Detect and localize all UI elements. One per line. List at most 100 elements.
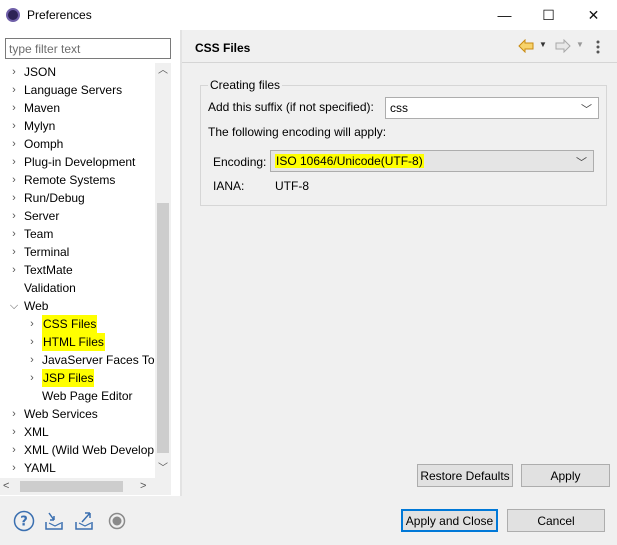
iana-label: IANA:: [213, 179, 245, 193]
back-dropdown-icon[interactable]: ▼: [539, 40, 547, 49]
tree-item[interactable]: › YAML: [0, 459, 155, 477]
tree-item[interactable]: › Language Servers: [0, 81, 155, 99]
tree-item-label: Run/Debug: [24, 191, 85, 205]
encoding-select[interactable]: ISO 10646/Unicode(UTF-8) ﹀: [270, 150, 594, 172]
tree-item[interactable]: › JavaServer Faces Too: [0, 351, 155, 369]
horizontal-scroll-thumb[interactable]: [20, 481, 123, 492]
tree-item[interactable]: › XML (Wild Web Develop: [0, 441, 155, 459]
dialog-button-bar: ? Apply and Close Cancel: [0, 496, 617, 545]
view-menu-icon[interactable]: [595, 39, 601, 55]
tree-item[interactable]: › CSS Files: [0, 315, 155, 333]
forward-arrow-icon[interactable]: [555, 39, 571, 53]
apply-and-close-button[interactable]: Apply and Close: [401, 509, 498, 532]
tree-item[interactable]: › Oomph: [0, 135, 155, 153]
chevron-right-icon[interactable]: ›: [26, 333, 38, 351]
tree-item[interactable]: › Web Services: [0, 405, 155, 423]
tree-item-label: Web: [24, 299, 49, 313]
record-icon[interactable]: [106, 510, 128, 532]
tree-item[interactable]: › JSP Files: [0, 369, 155, 387]
chevron-right-icon[interactable]: ›: [8, 117, 20, 135]
restore-defaults-button[interactable]: Restore Defaults: [417, 464, 513, 487]
tree-item-label: Web Services: [24, 407, 98, 421]
chevron-right-icon[interactable]: ›: [8, 243, 20, 261]
tree-item-label: Team: [24, 227, 54, 241]
tree-item-label: XML: [24, 425, 49, 439]
chevron-right-icon[interactable]: ›: [8, 207, 20, 225]
tree-item-label: JavaServer Faces Too: [42, 353, 155, 367]
chevron-right-icon[interactable]: ›: [8, 189, 20, 207]
import-preferences-icon[interactable]: [43, 510, 65, 532]
chevron-right-icon[interactable]: ›: [26, 351, 38, 369]
tree-item[interactable]: › Server: [0, 207, 155, 225]
group-title: Creating files: [208, 78, 283, 92]
forward-dropdown-icon[interactable]: ▼: [576, 40, 584, 49]
chevron-right-icon[interactable]: ›: [8, 81, 20, 99]
filter-input[interactable]: [5, 38, 171, 59]
tree-item[interactable]: › Mylyn: [0, 117, 155, 135]
suffix-select[interactable]: css ﹀: [385, 97, 599, 119]
tree-item-label: CSS Files: [42, 315, 98, 333]
chevron-right-icon[interactable]: ›: [8, 135, 20, 153]
chevron-right-icon[interactable]: ›: [26, 315, 38, 333]
chevron-right-icon[interactable]: ›: [26, 369, 38, 387]
tree-horizontal-scrollbar[interactable]: < >: [0, 478, 171, 495]
page-header: CSS Files ▼ ▼: [182, 30, 617, 63]
chevron-right-icon[interactable]: ›: [8, 63, 20, 81]
chevron-right-icon[interactable]: ›: [8, 171, 20, 189]
tree-item[interactable]: › Remote Systems: [0, 171, 155, 189]
chevron-right-icon[interactable]: ›: [8, 459, 20, 477]
tree-item[interactable]: › Team: [0, 225, 155, 243]
cancel-button[interactable]: Cancel: [507, 509, 605, 532]
chevron-right-icon[interactable]: ›: [8, 99, 20, 117]
close-button[interactable]: ✕: [571, 0, 616, 30]
iana-value: UTF-8: [275, 179, 309, 193]
chevron-down-icon: ﹀: [581, 104, 592, 116]
chevron-down-icon: ﹀: [576, 157, 587, 169]
preferences-tree: › JSON › Language Servers › Maven › Mylyn › Oomph…: [0, 63, 155, 478]
tree-item-label: Web Page Editor: [42, 389, 133, 403]
vertical-scroll-thumb[interactable]: [157, 203, 169, 453]
chevron-right-icon[interactable]: ›: [8, 153, 20, 171]
window-title: Preferences: [27, 8, 92, 22]
apply-button[interactable]: Apply: [521, 464, 610, 487]
chevron-right-icon[interactable]: ›: [8, 225, 20, 243]
tree-item-label: Plug-in Development: [24, 155, 136, 169]
suffix-value: css: [390, 101, 408, 115]
tree-item[interactable]: › Terminal: [0, 243, 155, 261]
encoding-label: Encoding:: [213, 155, 267, 169]
tree-item-label: XML (Wild Web Develop: [24, 443, 155, 457]
title-bar: Preferences — ☐ ✕: [0, 0, 617, 30]
scroll-up-icon[interactable]: ︿: [155, 63, 171, 79]
tree-item[interactable]: › JSON: [0, 63, 155, 81]
tree-item[interactable]: › Maven: [0, 99, 155, 117]
tree-vertical-scrollbar[interactable]: ︿ ﹀: [155, 63, 171, 478]
creating-files-group: Creating files Add this suffix (if not s…: [200, 78, 607, 206]
tree-item-label: Terminal: [24, 245, 70, 259]
tree-item[interactable]: › XML: [0, 423, 155, 441]
tree-item[interactable]: Validation: [0, 279, 155, 297]
tree-item[interactable]: › Plug-in Development: [0, 153, 155, 171]
scroll-down-icon[interactable]: ﹀: [155, 461, 171, 477]
scroll-right-icon[interactable]: >: [140, 478, 154, 495]
export-preferences-icon[interactable]: [73, 510, 95, 532]
tree-item-label: HTML Files: [42, 333, 105, 351]
help-icon[interactable]: ?: [13, 510, 35, 532]
chevron-right-icon[interactable]: ›: [8, 441, 20, 459]
tree-item[interactable]: Web Page Editor: [0, 387, 155, 405]
chevron-right-icon[interactable]: ›: [8, 423, 20, 441]
scroll-left-icon[interactable]: <: [3, 478, 17, 495]
tree-item[interactable]: › HTML Files: [0, 333, 155, 351]
tree-item[interactable]: › TextMate: [0, 261, 155, 279]
tree-item[interactable]: › Run/Debug: [0, 189, 155, 207]
minimize-button[interactable]: —: [482, 0, 527, 30]
chevron-right-icon[interactable]: ›: [8, 261, 20, 279]
tree-item-label: Server: [24, 209, 60, 223]
encoding-note: The following encoding will apply:: [208, 125, 387, 139]
maximize-button[interactable]: ☐: [526, 0, 571, 30]
back-arrow-icon[interactable]: [518, 39, 534, 53]
tree-item-label: JSP Files: [42, 369, 95, 387]
chevron-down-icon[interactable]: ⌵: [8, 297, 20, 315]
chevron-right-icon[interactable]: ›: [8, 405, 20, 423]
eclipse-app-icon: [6, 8, 20, 22]
tree-item[interactable]: ⌵ Web: [0, 297, 155, 315]
